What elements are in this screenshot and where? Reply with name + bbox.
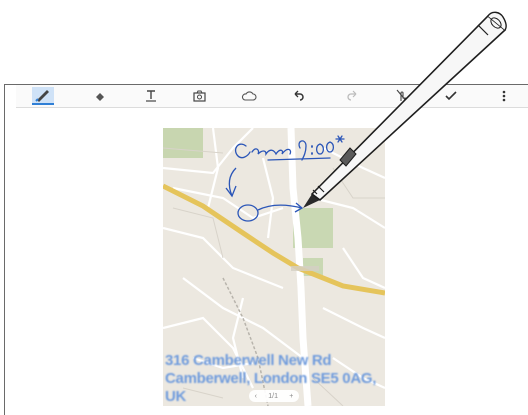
arrow-annotation: [228, 167, 237, 197]
pen-overlay: [225, 11, 507, 222]
handwriting-note: [234, 135, 345, 161]
s-pen-stylus: [303, 11, 507, 208]
circle-annotation: [237, 204, 259, 222]
